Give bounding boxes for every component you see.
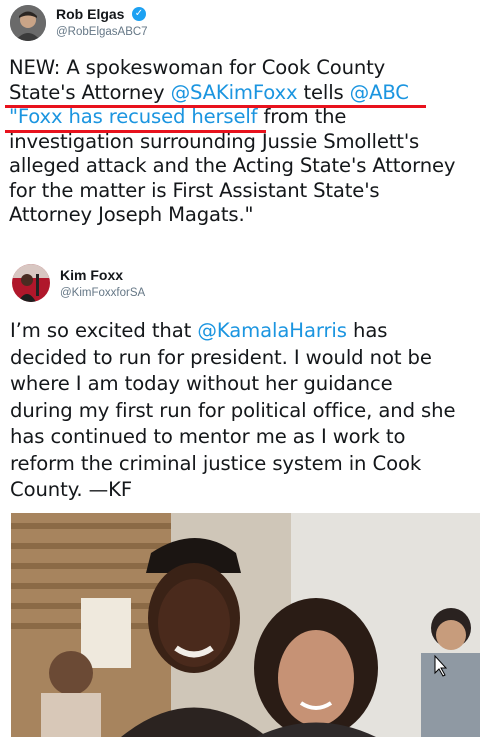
author-handle[interactable]: @RobElgasABC7	[56, 26, 148, 38]
tweet-text-line: investigation surrounding Jussie Smollet…	[9, 129, 420, 153]
tweet-text-line: reform the criminal justice system in Co…	[10, 451, 422, 475]
mention-link[interactable]: @ABC	[350, 81, 409, 104]
mention-link[interactable]: @SAKimFoxx	[171, 81, 298, 104]
avatar-image-kim-foxx	[12, 264, 50, 302]
tweet-text-line: alleged attack and the Acting State's At…	[9, 154, 456, 177]
tweet-text-line: I’m so excited that @KamalaHarris has	[10, 319, 388, 342]
avatar-rob-elgas[interactable]	[10, 5, 46, 41]
tweet-text-line: where I am today without her guidance	[10, 372, 393, 395]
tweet-text-line: during my first run for political office…	[10, 398, 456, 422]
tweet-text-line: has continued to mentor me as I work to	[10, 425, 406, 448]
tweet-text-line: State's Attorney @SAKimFoxx tells @ABC	[9, 80, 409, 104]
tweet-text: I’m so excited that @KamalaHarris has de…	[10, 318, 480, 504]
tweet-text-line: Attorney Joseph Magats."	[9, 203, 254, 226]
tweet-text: NEW: A spokeswoman for Cook County State…	[9, 56, 479, 228]
tweet-photo[interactable]	[11, 513, 480, 737]
tweet-text-line: decided to run for president. I would no…	[10, 345, 432, 369]
annotation-underline	[5, 130, 266, 133]
photo-illustration	[11, 513, 480, 737]
tweet-text-line: NEW: A spokeswoman for Cook County	[9, 56, 386, 79]
author-handle[interactable]: @KimFoxxforSA	[60, 287, 145, 299]
avatar-kim-foxx[interactable]	[12, 264, 50, 302]
tweet-text-line: for the matter is First Assistant State'…	[9, 178, 380, 202]
author-name[interactable]: Kim Foxx	[60, 267, 123, 283]
highlighted-quote: "Foxx has recused herself	[9, 105, 258, 128]
author-name[interactable]: Rob Elgas	[56, 6, 124, 22]
tweet-text-line: "Foxx has recused herself from the	[9, 105, 347, 128]
tweet-text-line: County. —KF	[10, 478, 133, 501]
mention-link[interactable]: @KamalaHarris	[197, 319, 347, 342]
annotation-underline	[5, 105, 426, 108]
verified-badge-icon: ✓	[132, 7, 146, 21]
avatar-image-rob-elgas	[10, 5, 46, 41]
